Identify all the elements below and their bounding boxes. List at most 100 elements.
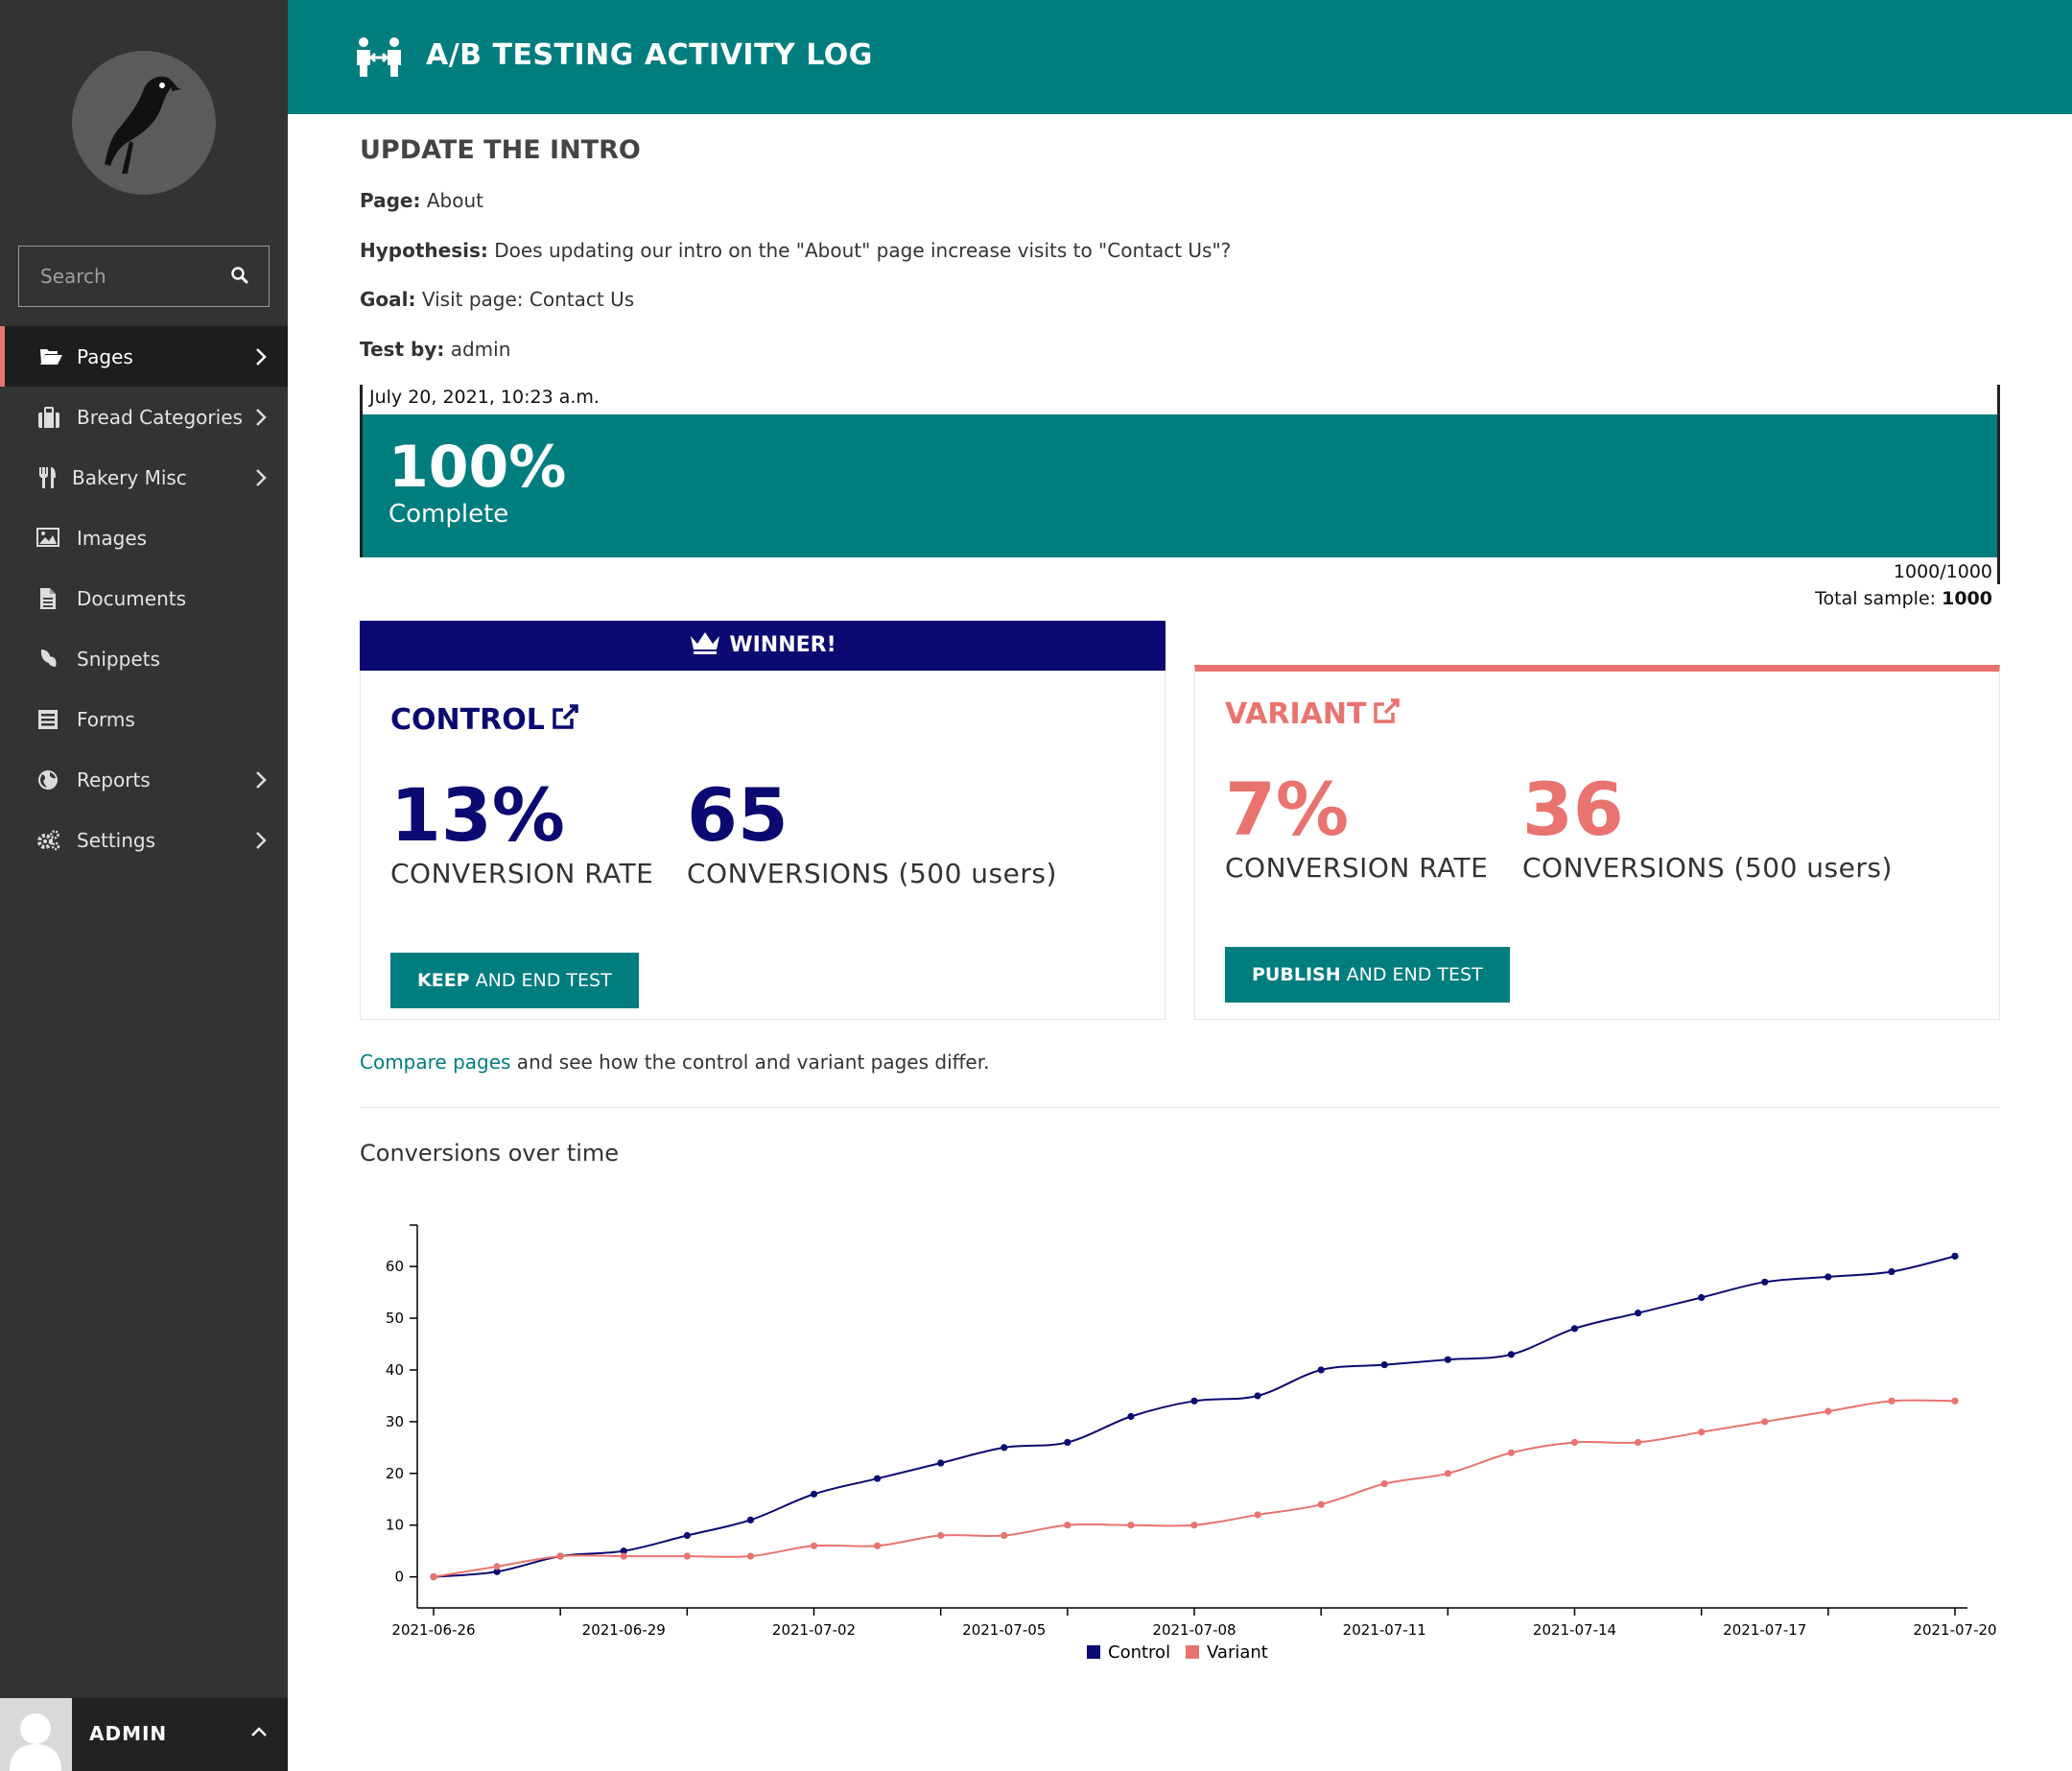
variant-conversions-label: Conversions (500 users) bbox=[1522, 852, 1893, 884]
data-point-control bbox=[810, 1490, 818, 1498]
sidebar-item-label: Images bbox=[77, 526, 148, 550]
control-title[interactable]: Control bbox=[390, 702, 579, 737]
data-point-control bbox=[1507, 1351, 1516, 1358]
data-point-control bbox=[1380, 1360, 1388, 1369]
sidebar-menu: Pages Bread Categories Bakery Misc Image… bbox=[0, 326, 288, 870]
data-point-variant bbox=[620, 1552, 627, 1560]
sidebar-item-label: Bread Categories bbox=[77, 405, 243, 429]
progress-complete-label: Complete bbox=[388, 500, 509, 529]
sidebar-item-forms[interactable]: Forms bbox=[0, 689, 288, 749]
external-link-icon[interactable] bbox=[551, 702, 579, 731]
goal-value: Visit page: Contact Us bbox=[421, 288, 635, 311]
data-point-variant bbox=[1190, 1522, 1198, 1529]
test-by-label: Test by: bbox=[360, 338, 445, 361]
ab-test-icon bbox=[357, 37, 401, 77]
x-tick-label: 2021-07-11 bbox=[1343, 1621, 1426, 1639]
chevron-up-icon[interactable] bbox=[249, 1725, 269, 1738]
sidebar-item-pages[interactable]: Pages bbox=[0, 326, 288, 387]
data-point-variant bbox=[1825, 1407, 1832, 1415]
sidebar-item-bread-categories[interactable]: Bread Categories bbox=[0, 387, 288, 447]
variant-conversions-stat: 36 Conversions (500 users) bbox=[1522, 773, 1893, 885]
avatar bbox=[0, 1698, 72, 1771]
chart-title: Conversions over time bbox=[360, 1140, 620, 1167]
page-header: A/B TESTING ACTIVITY LOG bbox=[288, 0, 2072, 114]
test-hypothesis-row: Hypothesis: Does updating our intro on t… bbox=[360, 239, 1231, 262]
compare-text: Compare pages and see how the control an… bbox=[360, 1051, 989, 1074]
sidebar-item-label: Reports bbox=[77, 767, 151, 791]
data-point-control bbox=[1570, 1325, 1579, 1333]
data-point-variant bbox=[430, 1573, 437, 1581]
data-point-variant bbox=[1254, 1511, 1261, 1519]
progress-fill bbox=[360, 414, 2000, 557]
variant-title-text: Variant bbox=[1225, 697, 1367, 731]
keep-and-end-test-button[interactable]: KEEP AND END TEST bbox=[390, 953, 639, 1008]
total-sample-value: 1000 bbox=[1942, 588, 1992, 609]
sidebar-item-snippets[interactable]: Snippets bbox=[0, 628, 288, 689]
keep-button-rest: AND END TEST bbox=[469, 970, 612, 991]
data-point-variant bbox=[1380, 1479, 1388, 1488]
search-icon[interactable] bbox=[230, 266, 249, 285]
cogs-icon bbox=[37, 830, 60, 851]
data-point-variant bbox=[683, 1552, 691, 1560]
sidebar-item-bakery-misc[interactable]: Bakery Misc bbox=[0, 447, 288, 508]
publish-and-end-test-button[interactable]: PUBLISH AND END TEST bbox=[1225, 947, 1510, 1003]
external-link-icon[interactable] bbox=[1372, 697, 1401, 725]
compare-rest: and see how the control and variant page… bbox=[510, 1051, 990, 1074]
control-conversions-label-text: Conversions bbox=[687, 858, 890, 889]
progress-count: 1000/1000 bbox=[1893, 561, 1992, 582]
chevron-right-icon bbox=[256, 469, 267, 486]
data-point-control bbox=[1190, 1397, 1198, 1405]
sidebar-item-images[interactable]: Images bbox=[0, 508, 288, 568]
data-point-control bbox=[1317, 1366, 1325, 1374]
globe-icon bbox=[38, 770, 58, 790]
x-tick-label: 2021-07-08 bbox=[1152, 1621, 1236, 1639]
series-line-variant bbox=[433, 1399, 1956, 1578]
sidebar-item-reports[interactable]: Reports bbox=[0, 749, 288, 810]
data-point-control bbox=[937, 1459, 945, 1467]
image-icon bbox=[36, 528, 59, 547]
progress-bar: 100% Complete bbox=[360, 414, 2000, 557]
sidebar-item-documents[interactable]: Documents bbox=[0, 568, 288, 628]
data-point-variant bbox=[1698, 1429, 1706, 1436]
control-card: Control 13% Conversion rate 65 Conversio… bbox=[360, 671, 1166, 1020]
wagtail-logo[interactable] bbox=[72, 51, 216, 195]
y-tick-label: 30 bbox=[386, 1413, 404, 1430]
data-point-variant bbox=[556, 1552, 564, 1560]
data-point-variant bbox=[1001, 1531, 1008, 1540]
data-point-variant bbox=[1951, 1397, 1959, 1405]
sidebar-item-label: Forms bbox=[77, 707, 135, 731]
test-by-row: Test by: admin bbox=[360, 338, 510, 361]
sidebar-item-label: Bakery Misc bbox=[72, 465, 187, 489]
y-tick-label: 20 bbox=[386, 1465, 404, 1482]
conversions-chart: 0 10 20 30 40 50 60 2021-06-26 2021-06-29 2021-07… bbox=[360, 1209, 2010, 1698]
progress-percent: 100% bbox=[388, 434, 567, 501]
goal-label: Goal: bbox=[360, 288, 416, 311]
x-tick-label: 2021-06-26 bbox=[391, 1621, 475, 1639]
total-sample-label: Total sample: bbox=[1815, 588, 1937, 609]
y-tick-label: 50 bbox=[386, 1310, 404, 1327]
data-point-variant bbox=[1064, 1522, 1071, 1529]
control-conversions-stat: 65 Conversions (500 users) bbox=[687, 772, 1057, 890]
x-tick-label: 2021-07-17 bbox=[1723, 1621, 1806, 1639]
data-point-control bbox=[873, 1475, 882, 1482]
account-menu[interactable]: ADMIN bbox=[0, 1698, 288, 1771]
test-goal-row: Goal: Visit page: Contact Us bbox=[360, 288, 634, 311]
control-conversions-value: 65 bbox=[687, 772, 789, 858]
compare-pages-link[interactable]: Compare pages bbox=[360, 1051, 510, 1074]
winner-banner: WINNER! bbox=[360, 621, 1166, 671]
user-avatar-icon bbox=[10, 1713, 61, 1771]
chart-svg: 0 10 20 30 40 50 60 2021-06-26 2021-06-29 2021-07… bbox=[386, 1224, 1997, 1663]
data-point-variant bbox=[1444, 1470, 1451, 1477]
hypothesis-value: Does updating our intro on the "About" p… bbox=[494, 239, 1232, 262]
y-tick-label: 60 bbox=[386, 1258, 404, 1275]
page-label: Page: bbox=[360, 189, 421, 212]
sidebar-item-settings[interactable]: Settings bbox=[0, 810, 288, 870]
sidebar-item-label: Snippets bbox=[77, 647, 160, 671]
control-title-text: Control bbox=[390, 703, 545, 737]
bird-logo-icon bbox=[105, 76, 181, 174]
data-point-variant bbox=[746, 1552, 755, 1560]
suitcase-icon bbox=[38, 407, 59, 428]
chevron-right-icon bbox=[256, 348, 267, 366]
winner-label: WINNER! bbox=[729, 633, 836, 657]
variant-title[interactable]: Variant bbox=[1225, 697, 1401, 731]
